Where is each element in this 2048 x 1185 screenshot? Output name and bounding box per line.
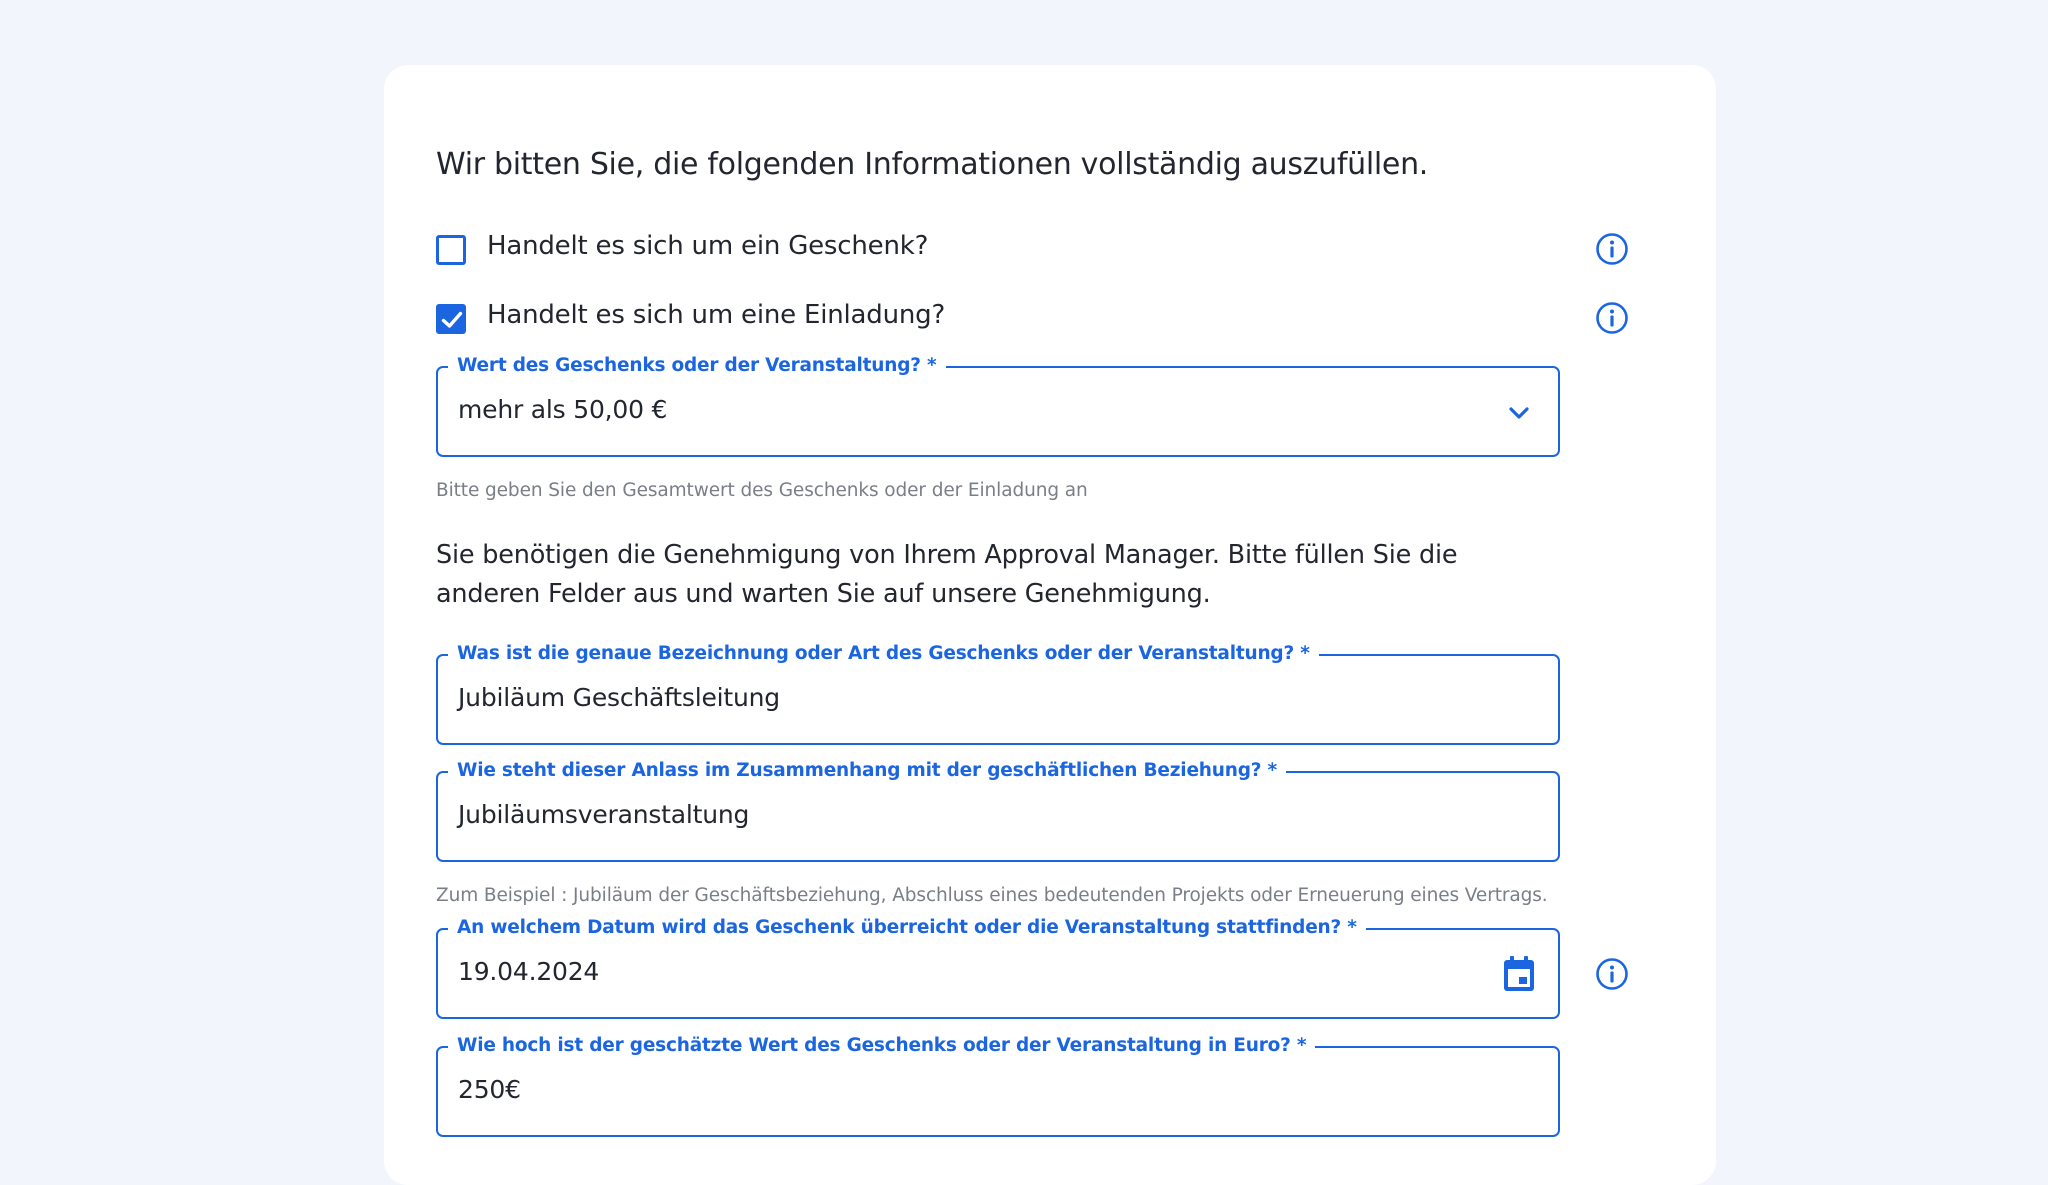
designation-field-value[interactable]: Jubiläum Geschäftsleitung xyxy=(458,683,780,712)
value-select-selected: mehr als 50,00 € xyxy=(458,395,668,424)
value-select-label: Wert des Geschenks oder der Veranstaltun… xyxy=(448,354,946,378)
chevron-down-icon[interactable] xyxy=(1506,400,1532,426)
estimated-value-field-label: Wie hoch ist der geschätzte Wert des Ges… xyxy=(448,1034,1316,1058)
info-icon[interactable] xyxy=(1595,232,1629,266)
estimated-value-field-value[interactable]: 250€ xyxy=(458,1075,521,1104)
gift-checkbox-label[interactable]: Handelt es sich um ein Geschenk? xyxy=(487,231,928,261)
invitation-checkbox[interactable] xyxy=(436,304,466,334)
form-intro-text: Wir bitten Sie, die folgenden Informatio… xyxy=(436,147,1429,182)
invitation-checkbox-label[interactable]: Handelt es sich um eine Einladung? xyxy=(487,300,945,330)
date-field-value[interactable]: 19.04.2024 xyxy=(458,957,599,986)
date-field[interactable]: An welchem Datum wird das Geschenk überr… xyxy=(436,916,1560,1019)
value-select-hint: Bitte geben Sie den Gesamtwert des Gesch… xyxy=(436,480,1088,501)
designation-field-label: Was ist die genaue Bezeichnung oder Art … xyxy=(448,642,1319,666)
form-card: Wir bitten Sie, die folgenden Informatio… xyxy=(384,65,1716,1185)
relation-field[interactable]: Wie steht dieser Anlass im Zusammenhang … xyxy=(436,759,1560,862)
date-field-label: An welchem Datum wird das Geschenk überr… xyxy=(448,916,1366,940)
info-icon[interactable] xyxy=(1595,957,1629,991)
check-icon xyxy=(441,311,463,328)
value-select[interactable]: Wert des Geschenks oder der Veranstaltun… xyxy=(436,354,1560,457)
calendar-icon[interactable] xyxy=(1501,954,1537,994)
relation-field-hint: Zum Beispiel : Jubiläum der Geschäftsbez… xyxy=(436,885,1548,906)
relation-field-label: Wie steht dieser Anlass im Zusammenhang … xyxy=(448,759,1286,783)
designation-field[interactable]: Was ist die genaue Bezeichnung oder Art … xyxy=(436,642,1560,745)
info-icon[interactable] xyxy=(1595,301,1629,335)
approval-notice: Sie benötigen die Genehmigung von Ihrem … xyxy=(436,540,1458,609)
estimated-value-field[interactable]: Wie hoch ist der geschätzte Wert des Ges… xyxy=(436,1034,1560,1137)
relation-field-value[interactable]: Jubiläumsveranstaltung xyxy=(458,800,749,829)
gift-checkbox[interactable] xyxy=(436,235,466,265)
